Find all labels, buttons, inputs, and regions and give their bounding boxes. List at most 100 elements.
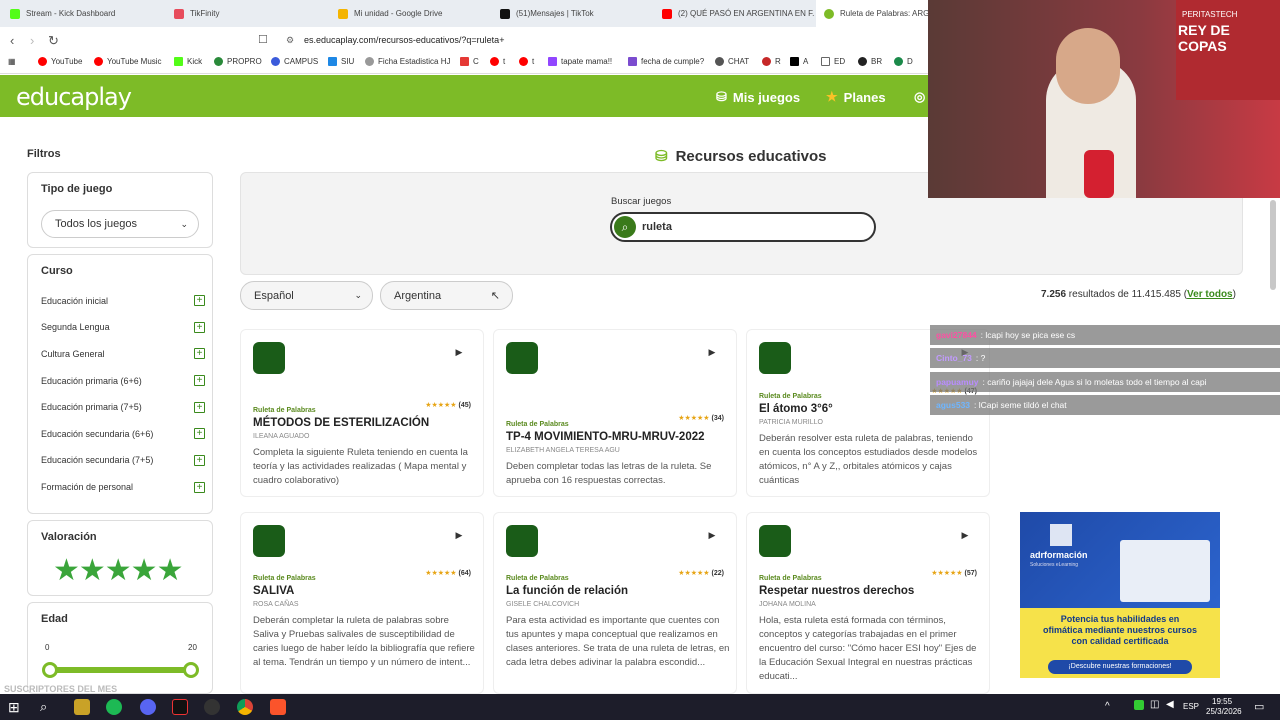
nav-mis-juegos[interactable]: ⛁ Mis juegos bbox=[716, 89, 800, 105]
game-type-select[interactable]: Todos los juegos ⌄ bbox=[41, 210, 199, 238]
age-slider-max-handle[interactable] bbox=[183, 662, 199, 678]
play-icon[interactable]: ▶ bbox=[704, 527, 720, 543]
play-icon[interactable]: ▶ bbox=[957, 527, 973, 543]
bookmark-item[interactable]: YouTube Music bbox=[94, 57, 162, 66]
bookmark-label: Ficha Estadistica HJ bbox=[378, 57, 451, 66]
site-info-icon[interactable]: ⚙ bbox=[286, 35, 294, 46]
bookmark-item[interactable]: PROPRO bbox=[214, 57, 262, 66]
game-title[interactable]: Respetar nuestros derechos bbox=[759, 585, 914, 597]
play-icon[interactable]: ▶ bbox=[451, 527, 467, 543]
game-card[interactable]: ▶ Ruleta de Palabras ★★★★★ (64) SALIVA R… bbox=[240, 512, 484, 694]
chrome-icon[interactable] bbox=[237, 699, 253, 715]
page-scrollbar[interactable] bbox=[1270, 200, 1276, 290]
discord-icon[interactable] bbox=[140, 699, 156, 715]
bookmark-item[interactable]: D bbox=[894, 57, 913, 66]
language-indicator[interactable]: ESP bbox=[1183, 702, 1199, 711]
bookmark-item[interactable]: SIU bbox=[328, 57, 354, 66]
plus-icon[interactable]: + bbox=[194, 428, 205, 439]
bookmark-item[interactable]: t bbox=[519, 57, 534, 66]
view-all-link[interactable]: Ver todos bbox=[1187, 289, 1233, 300]
tab-tiktok[interactable]: (51)Mensajes | TikTok bbox=[492, 0, 652, 27]
game-author[interactable]: ELIZABETH ANGELA TERESA AGU bbox=[506, 447, 620, 454]
brave-icon[interactable] bbox=[270, 699, 286, 715]
bookmark-item[interactable]: ED bbox=[821, 57, 845, 66]
bookmark-item[interactable]: BR bbox=[858, 57, 882, 66]
url-field[interactable]: ⚙ es.educaplay.com/recursos-educativos/?q… bbox=[280, 31, 920, 49]
file-explorer-icon[interactable] bbox=[74, 699, 90, 715]
tab-google-drive[interactable]: Mi unidad - Google Drive bbox=[330, 0, 490, 27]
search-icon[interactable]: ⌕ bbox=[614, 216, 636, 238]
game-title[interactable]: TP-4 MOVIMIENTO-MRU-MRUV-2022 bbox=[506, 431, 705, 443]
bookmark-item[interactable]: fecha de cumple? bbox=[628, 57, 704, 66]
bookmark-item[interactable]: Kick bbox=[174, 57, 202, 66]
clock-date[interactable]: 25/3/2026 bbox=[1206, 707, 1242, 716]
bookmark-label: t bbox=[532, 57, 535, 66]
game-card[interactable]: ▶ Ruleta de Palabras ★★★★★ (57) Respetar… bbox=[746, 512, 990, 694]
tab-educaplay-active[interactable]: Ruleta de Palabras: ARGE... bbox=[816, 0, 928, 27]
spotify-icon[interactable] bbox=[106, 699, 122, 715]
tab-kick-dashboard[interactable]: Stream - Kick Dashboard bbox=[2, 0, 162, 27]
game-card[interactable]: ▶ Ruleta de Palabras ★★★★★ (45) MÉTODOS … bbox=[240, 329, 484, 497]
plus-icon[interactable]: + bbox=[194, 375, 205, 386]
tray-chevron-icon[interactable]: ^ bbox=[1105, 701, 1110, 712]
game-type: Ruleta de Palabras bbox=[759, 393, 822, 400]
network-icon[interactable]: ◫ bbox=[1150, 699, 1159, 710]
nav-planes[interactable]: ★ Planes bbox=[826, 89, 886, 105]
bookmark-item[interactable]: CHAT bbox=[715, 57, 749, 66]
back-icon[interactable]: ‹ bbox=[10, 33, 14, 48]
forward-icon[interactable]: › bbox=[30, 33, 34, 48]
plus-icon[interactable]: + bbox=[194, 455, 205, 466]
bookmark-item[interactable]: t bbox=[490, 57, 505, 66]
game-card[interactable]: ▶ Ruleta de Palabras ★★★★★ (34) TP-4 MOV… bbox=[493, 329, 737, 497]
game-title[interactable]: SALIVA bbox=[253, 585, 294, 597]
plus-icon[interactable]: + bbox=[194, 322, 205, 333]
tab-tikfinity[interactable]: TikFinity bbox=[166, 0, 326, 27]
tab-youtube[interactable]: (2) QUÉ PASÓ EN ARGENTINA EN F... bbox=[654, 0, 814, 27]
country-select[interactable]: Argentina ↖ bbox=[380, 281, 513, 310]
advertisement[interactable]: adrformación Soluciones eLearning Potenc… bbox=[1020, 512, 1220, 678]
plus-icon[interactable]: + bbox=[194, 295, 205, 306]
tray-app-icon[interactable] bbox=[1134, 700, 1144, 710]
tiktok-icon[interactable] bbox=[172, 699, 188, 715]
search-input[interactable]: ⌕ ruleta bbox=[610, 212, 876, 242]
language-select[interactable]: Español ⌄ bbox=[240, 281, 373, 310]
game-author[interactable]: ROSA CAÑAS bbox=[253, 601, 299, 608]
ad-cta-button[interactable]: ¡Descubre nuestras formaciones! bbox=[1048, 660, 1192, 674]
bookmark-item[interactable]: tapate mama!! bbox=[548, 57, 612, 66]
plus-icon[interactable]: + bbox=[194, 348, 205, 359]
game-title[interactable]: MÉTODOS DE ESTERILIZACIÓN bbox=[253, 417, 429, 429]
user-icon[interactable]: ◎ bbox=[914, 89, 925, 105]
windows-start-icon[interactable]: ⊞ bbox=[8, 699, 24, 715]
obs-icon[interactable] bbox=[204, 699, 220, 715]
rating-stars[interactable]: ★★★★★ bbox=[53, 553, 183, 588]
game-title[interactable]: El átomo 3°6° bbox=[759, 403, 833, 415]
bookmark-item[interactable]: C bbox=[460, 57, 479, 66]
webcam-brand: PERITASTECH bbox=[1182, 10, 1238, 19]
bookmark-item[interactable]: A bbox=[790, 57, 808, 66]
educaplay-logo[interactable]: educaplay bbox=[16, 83, 132, 111]
clock-time[interactable]: 19:55 bbox=[1212, 697, 1232, 706]
plus-icon[interactable]: + bbox=[194, 402, 205, 413]
bookmark-item[interactable]: CAMPUS bbox=[271, 57, 318, 66]
age-slider-min-handle[interactable] bbox=[42, 662, 58, 678]
bookmark-label: BR bbox=[871, 57, 883, 66]
age-slider-track[interactable] bbox=[50, 667, 192, 673]
game-author[interactable]: PATRICIA MURILLO bbox=[759, 419, 823, 426]
notifications-icon[interactable]: ▭ bbox=[1254, 700, 1264, 713]
bookmark-icon[interactable]: ☐ bbox=[258, 33, 268, 46]
play-icon[interactable]: ▶ bbox=[451, 344, 467, 360]
reload-icon[interactable]: ↻ bbox=[48, 33, 59, 49]
game-author[interactable]: JOHANA MOLINA bbox=[759, 601, 816, 608]
search-icon[interactable]: ⌕ bbox=[40, 699, 56, 715]
game-card[interactable]: ▶ Ruleta de Palabras ★★★★★ (22) La funci… bbox=[493, 512, 737, 694]
volume-icon[interactable]: ◀ bbox=[1166, 699, 1174, 710]
bookmark-item[interactable]: YouTube bbox=[38, 57, 82, 66]
bookmark-item[interactable]: Ficha Estadistica HJ bbox=[365, 57, 450, 66]
apps-icon[interactable]: ▦ bbox=[8, 57, 16, 66]
game-author[interactable]: GISELE CHALCOVICH bbox=[506, 601, 579, 608]
play-icon[interactable]: ▶ bbox=[704, 344, 720, 360]
game-author[interactable]: ILEANA AGUADO bbox=[253, 433, 309, 440]
game-title[interactable]: La función de relación bbox=[506, 585, 628, 597]
plus-icon[interactable]: + bbox=[194, 482, 205, 493]
bookmark-item[interactable]: R bbox=[762, 57, 781, 66]
